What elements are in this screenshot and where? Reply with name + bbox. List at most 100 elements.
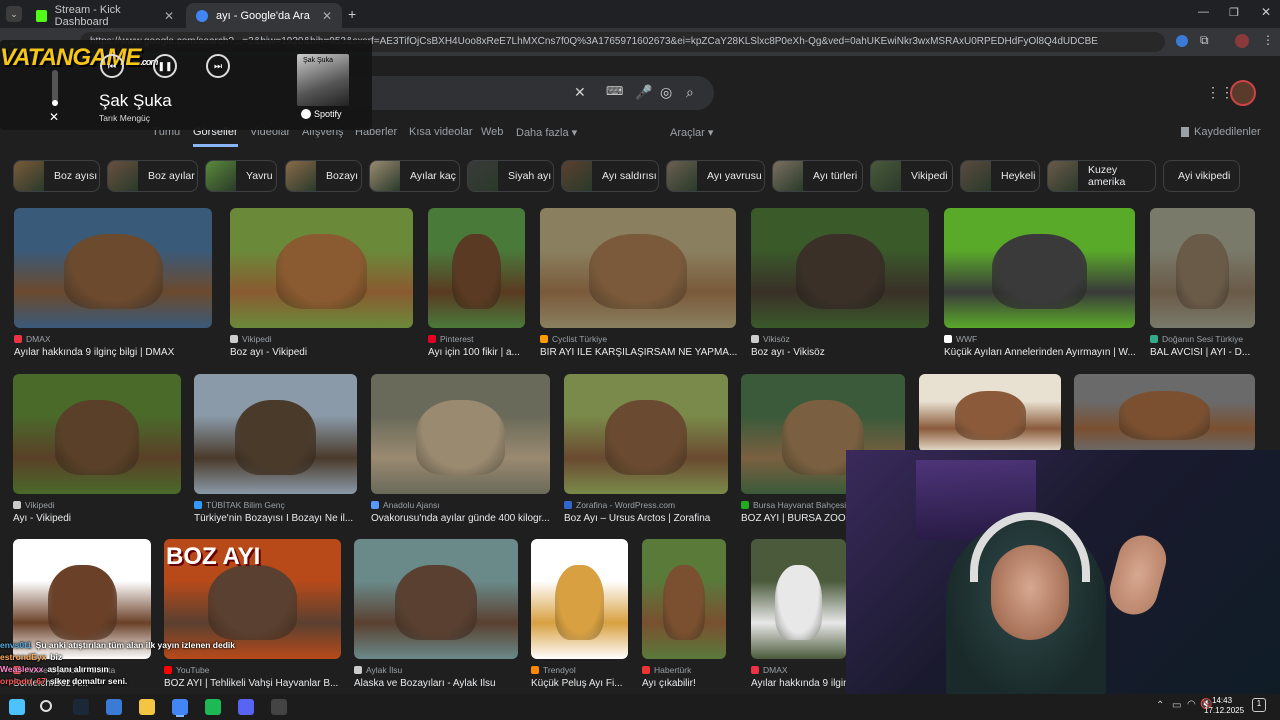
result-title[interactable]: Boz ayı - Vikisöz [751, 347, 935, 358]
spotify-icon[interactable] [205, 699, 221, 715]
saved-button[interactable]: Kaydedilenler [1181, 126, 1261, 138]
account-avatar[interactable] [1230, 80, 1256, 106]
close-tab-icon[interactable]: ✕ [164, 9, 174, 23]
image-result[interactable]: Vikipedi Boz ayı - Vikipedi [230, 208, 413, 364]
result-title[interactable]: Ayı için 100 fikir | a... [428, 347, 531, 358]
clock-date[interactable]: 17.12.2025 [1204, 706, 1244, 715]
tab-6[interactable]: Web [481, 126, 503, 138]
result-thumbnail[interactable] [751, 208, 929, 328]
image-result[interactable]: Vikisöz Boz ayı - Vikisöz [751, 208, 929, 364]
result-thumbnail[interactable] [230, 208, 413, 328]
result-thumbnail[interactable] [944, 208, 1135, 328]
pause-button[interactable]: ❚❚ [153, 54, 177, 78]
image-result[interactable]: Doğanın Sesi Türkiye BAL AVCISI | AYI - D… [1150, 208, 1255, 364]
volume-slider[interactable] [52, 70, 58, 106]
result-title[interactable]: Ayılar hakkında 9 ilgin [751, 678, 852, 689]
chip-10[interactable]: Heykeli [960, 160, 1040, 192]
result-title[interactable]: Boz ayı - Vikipedi [230, 347, 419, 358]
chip-1[interactable]: Boz ayılar [107, 160, 198, 192]
lens-icon[interactable]: ◎ [660, 84, 672, 101]
next-track-button[interactable]: ⏭ [206, 54, 230, 78]
search-icon[interactable] [40, 700, 52, 712]
search-icon[interactable]: ⌕ [686, 84, 694, 101]
network-icon[interactable]: ▭ [1172, 700, 1181, 711]
result-title[interactable]: Küçük Peluş Ayı Fi... [531, 678, 634, 689]
image-result[interactable]: Trendyol Küçük Peluş Ayı Fi... [531, 539, 628, 694]
image-result[interactable]: Pinterest Ayı için 100 fikir | a... [428, 208, 525, 364]
result-thumbnail[interactable] [531, 539, 628, 659]
tab-list-button[interactable]: ⌄ [6, 6, 22, 22]
image-result[interactable]: DMAX Ayılar hakkında 9 ilgin [751, 539, 849, 694]
image-result[interactable]: Habertürk Ayı çıkabilir! [642, 539, 726, 694]
result-thumbnail[interactable] [1074, 374, 1255, 452]
result-title[interactable]: Alaska ve Bozayıları - Aylak İlsu [354, 678, 524, 689]
microphone-icon[interactable]: 🎤 [635, 84, 652, 101]
extensions-puzzle-icon[interactable]: ⧉ [1200, 33, 1209, 48]
minimize-icon[interactable]: — [1198, 6, 1209, 18]
chip-4[interactable]: Ayılar kaç [369, 160, 460, 192]
result-title[interactable]: BAL AVCISI | AYI - D... [1150, 347, 1261, 358]
previous-track-button[interactable]: ⏮ [100, 54, 124, 78]
result-thumbnail[interactable] [194, 374, 357, 494]
result-title[interactable]: Ayılar hakkında 9 ilginç bilgi | DMAX [14, 347, 218, 358]
steam-icon[interactable] [73, 699, 89, 715]
image-result[interactable]: Cyclist Türkiye BİR AYI İLE KARŞILAŞIRSAM… [540, 208, 737, 364]
image-result[interactable]: Aylak İlsu Alaska ve Bozayıları - Aylak İ… [354, 539, 518, 694]
profile-avatar[interactable] [1235, 34, 1249, 48]
result-title[interactable]: BİR AYI İLE KARŞILAŞIRSAM NE YAPMA... [540, 347, 742, 358]
result-title[interactable]: Ayı çıkabilir! [642, 678, 732, 689]
result-thumbnail[interactable] [919, 374, 1061, 452]
result-title[interactable]: Ovakorusu'nda ayılar günde 400 kilogr... [371, 513, 556, 524]
tools-button[interactable]: Araçlar ▾ [670, 126, 713, 139]
tab-5[interactable]: Kısa videolar [409, 126, 473, 138]
chip-3[interactable]: Bozayı [285, 160, 362, 192]
result-thumbnail[interactable] [642, 539, 726, 659]
result-thumbnail[interactable] [371, 374, 550, 494]
keyboard-icon[interactable]: ⌨ [606, 84, 623, 98]
result-title[interactable]: Ayı - Vikipedi [13, 513, 187, 524]
result-title[interactable]: Türkiye'nin Bozayısı I Bozayı Ne il... [194, 513, 363, 524]
image-result[interactable]: Zorafina - WordPress.com Boz Ayı – Ursus … [564, 374, 728, 530]
store-icon[interactable] [106, 699, 122, 715]
tab-7[interactable]: Daha fazla ▾ [516, 126, 577, 139]
notification-icon[interactable]: 1 [1252, 698, 1266, 712]
result-thumbnail[interactable] [13, 374, 181, 494]
result-thumbnail[interactable] [354, 539, 518, 659]
chip-12[interactable]: Ayi vikipedi [1163, 160, 1240, 192]
image-result[interactable]: DMAX Ayılar hakkında 9 ilginç bilgi | DMA… [14, 208, 212, 364]
chip-6[interactable]: Ayı saldırısı [561, 160, 659, 192]
result-thumbnail[interactable] [540, 208, 736, 328]
result-thumbnail[interactable] [428, 208, 525, 328]
obs-icon[interactable] [271, 699, 287, 715]
clear-icon[interactable]: ✕ [574, 84, 586, 101]
result-thumbnail[interactable] [1150, 208, 1255, 328]
new-tab-icon[interactable]: + [348, 6, 356, 22]
browser-menu-icon[interactable]: ⋮ [1262, 33, 1274, 47]
tab-google-search[interactable]: ayı - Google'da Ara ✕ [186, 3, 342, 28]
wifi-icon[interactable]: ◠ [1187, 699, 1196, 710]
windows-icon[interactable] [9, 699, 25, 715]
chip-2[interactable]: Yavru [205, 160, 277, 192]
result-thumbnail[interactable] [14, 208, 212, 328]
close-window-icon[interactable]: ✕ [1261, 5, 1271, 19]
restore-icon[interactable]: ❐ [1229, 6, 1239, 19]
chip-0[interactable]: Boz ayısı [13, 160, 100, 192]
folder-icon[interactable] [139, 699, 155, 715]
image-result[interactable]: WWF Küçük Ayıları Annelerinden Ayırmayın … [944, 208, 1136, 364]
image-result[interactable]: TÜBİTAK Bilim Genç Türkiye'nin Bozayısı I… [194, 374, 357, 530]
close-overlay-icon[interactable]: ✕ [49, 110, 59, 124]
result-thumbnail[interactable] [751, 539, 846, 659]
image-result[interactable]: Vikipedi Ayı - Vikipedi [13, 374, 181, 530]
chrome-icon[interactable] [172, 699, 188, 715]
chip-9[interactable]: Vikipedi [870, 160, 953, 192]
result-title[interactable]: Küçük Ayıları Annelerinden Ayırmayın | W… [944, 347, 1141, 358]
chip-11[interactable]: Kuzey amerika [1047, 160, 1156, 192]
close-tab-icon[interactable]: ✕ [322, 9, 332, 23]
search-input[interactable]: ✕ ⌨ 🎤 ◎ ⌕ [340, 76, 714, 110]
discord-icon[interactable] [238, 699, 254, 715]
image-result[interactable]: Anadolu Ajansı Ovakorusu'nda ayılar günde… [371, 374, 550, 530]
chip-8[interactable]: Ayı türleri [772, 160, 863, 192]
chip-7[interactable]: Ayı yavrusu [666, 160, 765, 192]
tray-chevron-icon[interactable]: ⌃ [1156, 700, 1164, 711]
extension-icon[interactable] [1176, 35, 1188, 47]
